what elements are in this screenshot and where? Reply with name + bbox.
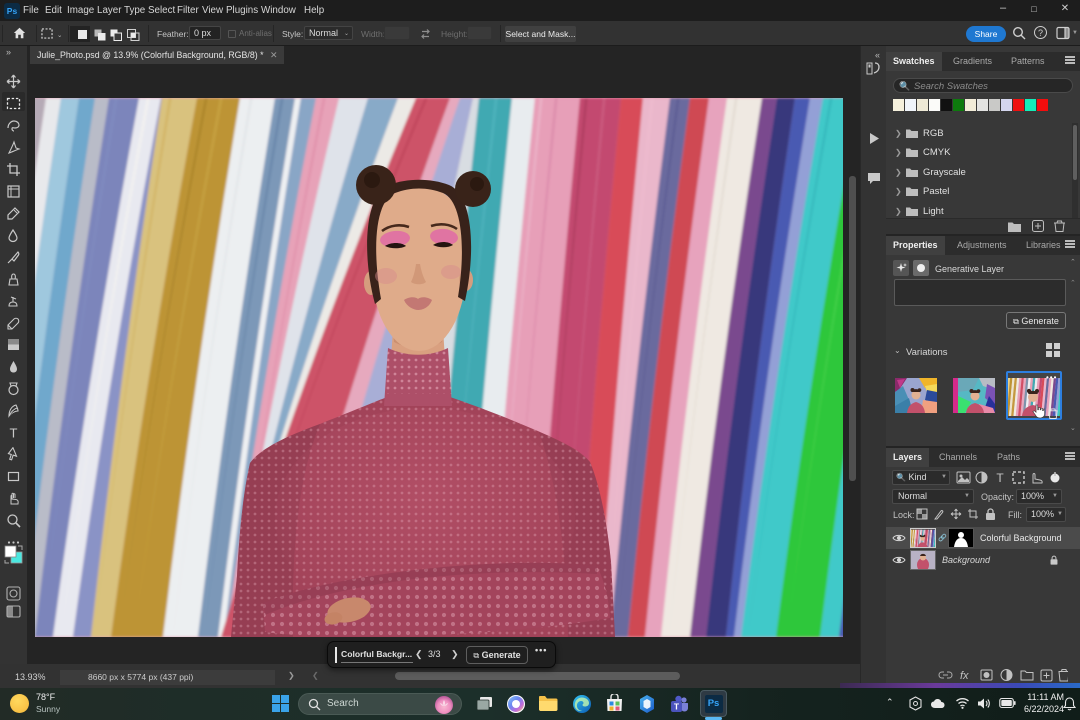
svg-text:T: T: [674, 702, 680, 712]
svg-text:T: T: [996, 471, 1004, 485]
svg-text:T: T: [10, 426, 18, 441]
svg-text:fx: fx: [960, 670, 969, 682]
